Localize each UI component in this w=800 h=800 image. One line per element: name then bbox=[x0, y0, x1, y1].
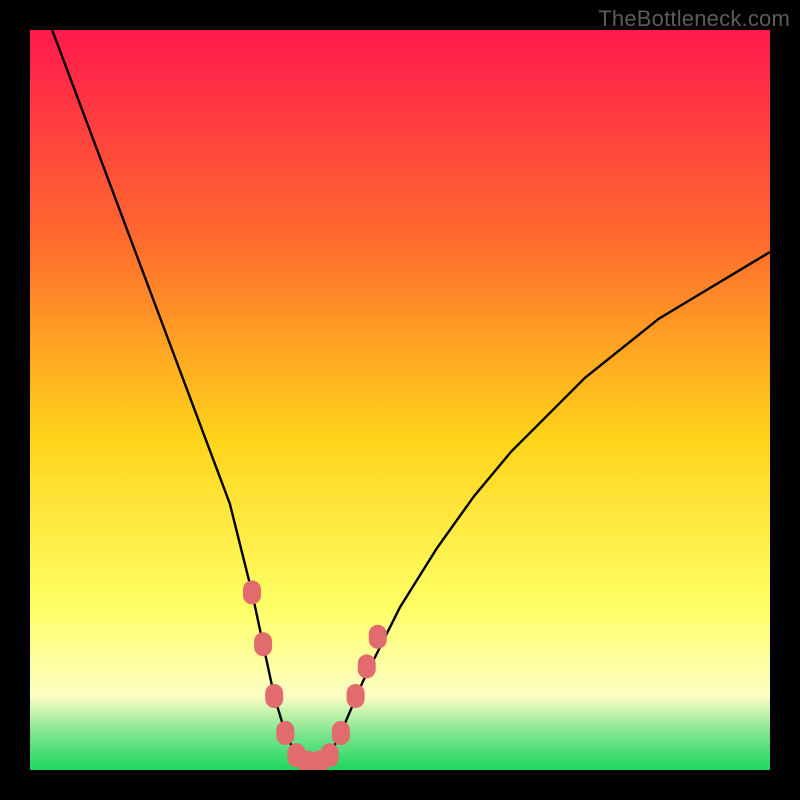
highlight-marker bbox=[265, 684, 283, 708]
chart-svg bbox=[30, 30, 770, 770]
highlight-marker bbox=[321, 743, 339, 767]
highlight-marker bbox=[243, 580, 261, 604]
watermark-text: TheBottleneck.com bbox=[598, 6, 790, 32]
highlight-marker bbox=[358, 654, 376, 678]
highlight-marker bbox=[254, 632, 272, 656]
highlight-marker bbox=[369, 625, 387, 649]
plot-area bbox=[30, 30, 770, 770]
highlight-marker bbox=[276, 721, 294, 745]
highlight-marker bbox=[347, 684, 365, 708]
highlight-marker bbox=[332, 721, 350, 745]
chart-frame: TheBottleneck.com bbox=[0, 0, 800, 800]
gradient-background bbox=[30, 30, 770, 770]
